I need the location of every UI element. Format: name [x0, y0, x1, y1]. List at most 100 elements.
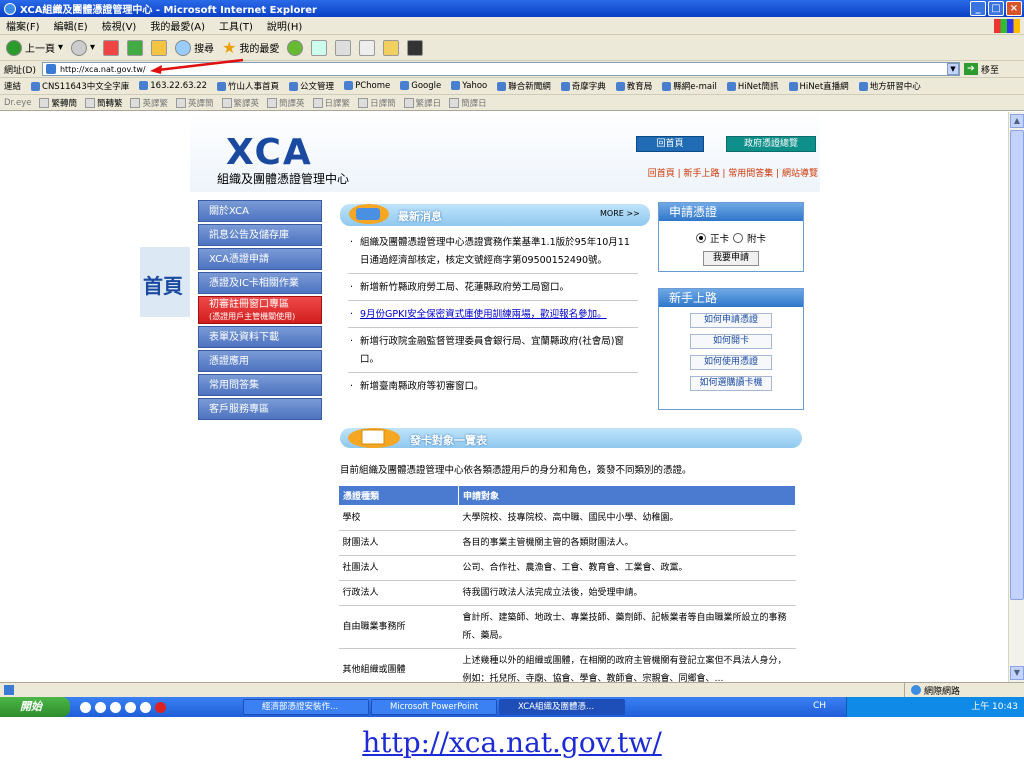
nav-applications[interactable]: 憑證應用	[198, 350, 322, 372]
table-row: 其他組織或團體 上述幾種以外的組織或團體，在相關的政府主管機關有登記立案但不具法人…	[338, 648, 796, 682]
dreye-item[interactable]: 簡譯日	[449, 97, 487, 109]
menu-favorites[interactable]: 我的最愛(A)	[150, 18, 205, 33]
link-item[interactable]: CNS11643中文全字庫	[31, 80, 129, 92]
search-button[interactable]: 搜尋	[175, 39, 214, 56]
dreye-item[interactable]: 簡轉繁	[84, 97, 122, 109]
mail-icon[interactable]	[311, 39, 328, 56]
quicklaunch-icon[interactable]	[95, 701, 106, 713]
nav-customer-service[interactable]: 客戶服務專區	[198, 398, 322, 420]
task-button[interactable]: 經濟部憑證安裝作...	[243, 699, 369, 715]
link-item[interactable]: 地方研習中心	[858, 80, 921, 92]
header-links[interactable]: 回首頁 | 新手上路 | 常用問答集 | 網站導覽	[648, 166, 818, 179]
radio-secondary-card[interactable]	[733, 233, 743, 243]
language-indicator[interactable]: CH	[813, 701, 826, 711]
nav-faq[interactable]: 常用問答集	[198, 374, 322, 396]
quicklaunch-icon[interactable]	[155, 701, 166, 713]
task-button-active[interactable]: XCA組織及團體憑...	[499, 699, 625, 715]
nav-announcements[interactable]: 訊息公告及儲存庫	[198, 224, 322, 246]
folder-icon[interactable]	[383, 39, 400, 56]
radio-primary-card[interactable]	[695, 233, 706, 243]
menu-view[interactable]: 檢視(V)	[102, 18, 137, 33]
refresh-icon[interactable]	[127, 39, 144, 56]
close-button[interactable]: ×	[1006, 1, 1022, 16]
dreye-item[interactable]: 繁譯日	[403, 97, 441, 109]
link-icon	[400, 81, 410, 90]
apply-button[interactable]: 我要申請	[703, 251, 759, 266]
nav-registration-window[interactable]: 初審註冊窗口專區 (憑證用戶主管機關使用)	[198, 296, 322, 324]
messenger-icon[interactable]	[407, 39, 424, 56]
guide-activate-card[interactable]: 如何開卡	[690, 334, 772, 349]
nav-downloads[interactable]: 表單及資料下載	[198, 326, 322, 348]
link-item[interactable]: 教育局	[615, 80, 653, 92]
news-item[interactable]: 9月份GPKI安全保密資式庫使用訓練兩場，歡迎報名參加。	[348, 306, 638, 328]
nav-apply[interactable]: XCA憑證申請	[198, 248, 322, 270]
stop-icon[interactable]	[103, 39, 120, 56]
table-header-row: 憑證種類 申請對象	[338, 485, 796, 506]
news-item[interactable]: 新增臺南縣政府等初審窗口。	[348, 378, 638, 399]
news-item[interactable]: 新增行政院金融監督管理委員會銀行局、宜蘭縣政府(社會局)窗口。	[348, 333, 638, 373]
link-icon	[662, 82, 672, 91]
clock[interactable]: 上午 10:43	[971, 702, 1018, 712]
link-item[interactable]: 聯合新聞網	[497, 80, 551, 92]
link-item[interactable]: 奇摩字典	[560, 80, 606, 92]
links-bar: 連結 CNS11643中文全字庫 163.22.63.22 竹山人事首頁 公文管…	[0, 78, 1024, 95]
quicklaunch-icon[interactable]	[125, 701, 136, 713]
menu-file[interactable]: 檔案(F)	[6, 18, 40, 33]
star-icon: ★	[222, 38, 237, 57]
link-item[interactable]: 163.22.63.22	[139, 81, 207, 91]
print-icon[interactable]	[335, 39, 352, 56]
guide-buy-reader[interactable]: 如何選購讀卡機	[690, 376, 772, 391]
link-item[interactable]: PChome	[344, 81, 390, 91]
quicklaunch-icon[interactable]	[140, 701, 151, 713]
vertical-scrollbar[interactable]: ▲ ▼	[1008, 112, 1024, 682]
site-logo[interactable]: XCA	[226, 132, 313, 173]
guide-use-cert[interactable]: 如何使用憑證	[690, 355, 772, 370]
link-item[interactable]: 縣網e-mail	[662, 80, 717, 92]
dreye-item[interactable]: 日譯繁	[312, 97, 350, 109]
gov-cert-overview-button[interactable]: 政府憑證總覽	[726, 136, 816, 152]
address-dropdown-icon[interactable]: ▼	[946, 63, 959, 75]
home-button[interactable]: 回首頁	[636, 136, 704, 152]
maximize-button[interactable]: □	[988, 1, 1004, 16]
menu-help[interactable]: 說明(H)	[267, 18, 302, 33]
link-item[interactable]: 公文管理	[289, 80, 334, 92]
news-item[interactable]: 組織及團體憑證管理中心憑證實務作業基準1.1版於95年10月11日通過經濟部核定…	[348, 234, 638, 274]
menu-edit[interactable]: 編輯(E)	[54, 18, 88, 33]
news-item[interactable]: 新增新竹縣政府勞工局、花蓮縣政府勞工局窗口。	[348, 279, 638, 301]
home-icon[interactable]	[151, 39, 168, 56]
scroll-up-icon[interactable]: ▲	[1010, 114, 1024, 128]
link-label: 教育局	[626, 82, 653, 92]
nav-ic-card[interactable]: 憑證及IC卡相關作業	[198, 272, 322, 294]
scroll-thumb[interactable]	[1010, 130, 1024, 600]
go-button[interactable]: ➔ 移至	[963, 63, 999, 76]
link-item[interactable]: Google	[400, 81, 441, 91]
nav-about[interactable]: 關於XCA	[198, 200, 322, 222]
menu-tools[interactable]: 工具(T)	[219, 18, 253, 33]
link-item[interactable]: HiNet直播網	[788, 80, 849, 92]
link-item[interactable]: Yahoo	[451, 81, 487, 91]
link-label: Google	[411, 81, 442, 91]
home-side-label[interactable]: 首頁	[143, 270, 183, 299]
scroll-down-icon[interactable]: ▼	[1010, 666, 1024, 680]
edit-icon[interactable]	[359, 39, 376, 56]
start-button[interactable]: 開始	[0, 697, 70, 717]
dreye-item[interactable]: 簡譯英	[267, 97, 305, 109]
news-more-link[interactable]: MORE >>	[600, 209, 640, 218]
favorites-button[interactable]: ★ 我的最愛	[222, 38, 279, 57]
link-item[interactable]: 竹山人事首頁	[217, 80, 279, 92]
dreye-item[interactable]: 繁譯英	[221, 97, 259, 109]
dreye-item[interactable]: 日譯簡	[358, 97, 396, 109]
dreye-item[interactable]: 英譯繁	[130, 97, 168, 109]
quicklaunch-icon[interactable]	[110, 701, 121, 713]
back-button[interactable]: 上一頁 ▾	[6, 39, 63, 56]
dreye-item[interactable]: 英譯簡	[176, 97, 214, 109]
guide-apply-cert[interactable]: 如何申請憑證	[690, 313, 772, 328]
table-cell: 待我國行政法人法完成立法後，始受理申請。	[458, 580, 796, 606]
history-icon[interactable]	[287, 39, 304, 56]
dreye-item[interactable]: 繁轉簡	[39, 97, 77, 109]
link-item[interactable]: HiNet簡訊	[726, 80, 779, 92]
task-button[interactable]: Microsoft PowerPoint	[371, 699, 497, 715]
quicklaunch-icon[interactable]	[80, 701, 91, 713]
forward-button[interactable]: ▾	[71, 39, 95, 56]
minimize-button[interactable]: _	[970, 1, 986, 16]
